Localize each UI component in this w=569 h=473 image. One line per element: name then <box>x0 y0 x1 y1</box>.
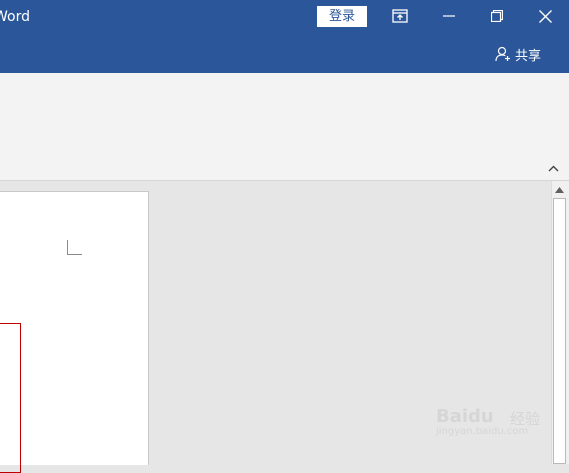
minimize-icon <box>443 15 455 17</box>
ribbon-display-options-button[interactable] <box>377 0 423 32</box>
highlight-frame <box>0 323 21 473</box>
ribbon-display-options-icon <box>392 9 408 23</box>
margin-corner-mark <box>67 240 82 255</box>
close-button[interactable] <box>522 0 568 32</box>
ribbon <box>0 73 569 181</box>
person-add-icon <box>495 46 510 62</box>
restore-icon <box>491 10 503 22</box>
minimize-button[interactable] <box>426 0 472 32</box>
share-button[interactable]: 共享 <box>495 44 541 64</box>
scroll-up-button[interactable] <box>551 181 568 198</box>
chevron-up-icon <box>548 165 558 171</box>
app-title: Word <box>0 9 30 25</box>
share-label: 共享 <box>515 48 542 64</box>
scroll-thumb[interactable] <box>553 198 566 464</box>
watermark-brand: Baidu <box>436 406 494 427</box>
scroll-up-arrow-icon <box>555 186 564 193</box>
watermark: Baidu 经验 jingyan.baidu.com <box>436 400 548 440</box>
close-icon <box>538 9 552 23</box>
collapse-ribbon-button[interactable] <box>546 161 560 175</box>
document-page[interactable] <box>0 191 149 465</box>
login-button[interactable]: 登录 <box>317 6 367 27</box>
restore-button[interactable] <box>474 0 520 32</box>
watermark-url: jingyan.baidu.com <box>436 426 529 437</box>
title-bar: Word 登录 共享 <box>0 0 569 73</box>
